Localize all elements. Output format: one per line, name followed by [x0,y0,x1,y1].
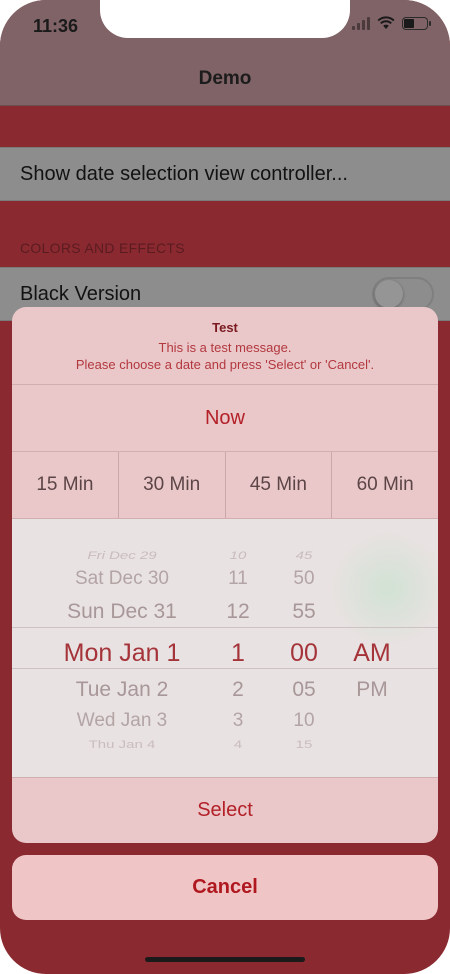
date-selection-sheet: Test This is a test message. Please choo… [12,307,438,843]
picker-hour-item: 2 [232,678,244,701]
picker-hour-selected: 1 [231,639,245,667]
picker-minute-selected: 00 [290,639,318,667]
picker-ampm-selected: AM [353,639,391,667]
quick-select-row: 15 Min 30 Min 45 Min 60 Min [12,452,438,518]
picker-minute-item: 50 [293,568,315,589]
sheet-title: Test [212,320,238,335]
picker-hour-item: 4 [233,738,243,751]
picker-ampm-item: PM [356,678,388,701]
picker-hour-item: 12 [226,600,250,623]
picker-date-item: Tue Jan 2 [75,678,169,701]
picker-minute-item: 05 [292,678,316,701]
picker-minute-item: 15 [295,738,313,751]
now-button[interactable]: Now [12,385,438,451]
battery-icon [402,16,431,30]
60-min-button[interactable]: 60 Min [332,452,438,518]
30-min-button[interactable]: 30 Min [119,452,226,518]
picker-hour-item: 3 [232,710,244,731]
picker-hour-column[interactable]: 10 11 12 1 2 3 4 [208,519,268,777]
picker-ampm-column[interactable]: AM PM [342,519,402,777]
device-screen: 11:36 Demo Show date selection view cont… [0,0,450,974]
cancel-button[interactable]: Cancel [12,855,438,920]
picker-minute-column[interactable]: 45 50 55 00 05 10 15 [272,519,336,777]
picker-minute-item: 45 [295,549,313,562]
cellular-signal-icon [352,16,370,30]
status-icons [352,16,431,30]
picker-date-item: Fri Dec 29 [87,549,157,562]
show-date-selection-row[interactable]: Show date selection view controller... [0,147,450,201]
select-button[interactable]: Select [12,778,438,843]
picker-date-item: Sat Dec 30 [75,568,169,589]
wifi-icon [377,16,395,29]
picker-date-item: Sun Dec 31 [67,600,177,623]
section-header-colors: COLORS AND EFFECTS [20,240,185,256]
black-version-toggle[interactable] [372,277,434,311]
date-picker[interactable]: Fri Dec 29 Sat Dec 30 Sun Dec 31 Mon Jan… [12,519,438,777]
15-min-button[interactable]: 15 Min [12,452,119,518]
picker-date-column[interactable]: Fri Dec 29 Sat Dec 30 Sun Dec 31 Mon Jan… [32,519,212,777]
black-version-label: Black Version [20,282,142,305]
home-indicator[interactable] [145,957,305,962]
45-min-button[interactable]: 45 Min [226,452,333,518]
notch [100,0,350,38]
sheet-message-line-1: This is a test message. [158,340,292,355]
sheet-header: Test This is a test message. Please choo… [12,307,438,384]
picker-hour-item: 10 [229,549,247,562]
page-title: Demo [198,68,252,89]
picker-date-selected: Mon Jan 1 [63,639,181,667]
picker-date-item: Wed Jan 3 [76,710,168,731]
picker-date-item: Thu Jan 4 [88,738,156,751]
picker-hour-item: 11 [228,568,248,589]
picker-minute-item: 55 [292,600,316,623]
show-date-selection-label: Show date selection view controller... [20,162,348,185]
sheet-message-line-2: Please choose a date and press 'Select' … [75,357,375,372]
status-time: 11:36 [33,16,79,36]
sheet-message: This is a test message. Please choose a … [12,339,438,373]
picker-minute-item: 10 [293,710,315,731]
navigation-bar: 11:36 Demo [0,0,450,106]
